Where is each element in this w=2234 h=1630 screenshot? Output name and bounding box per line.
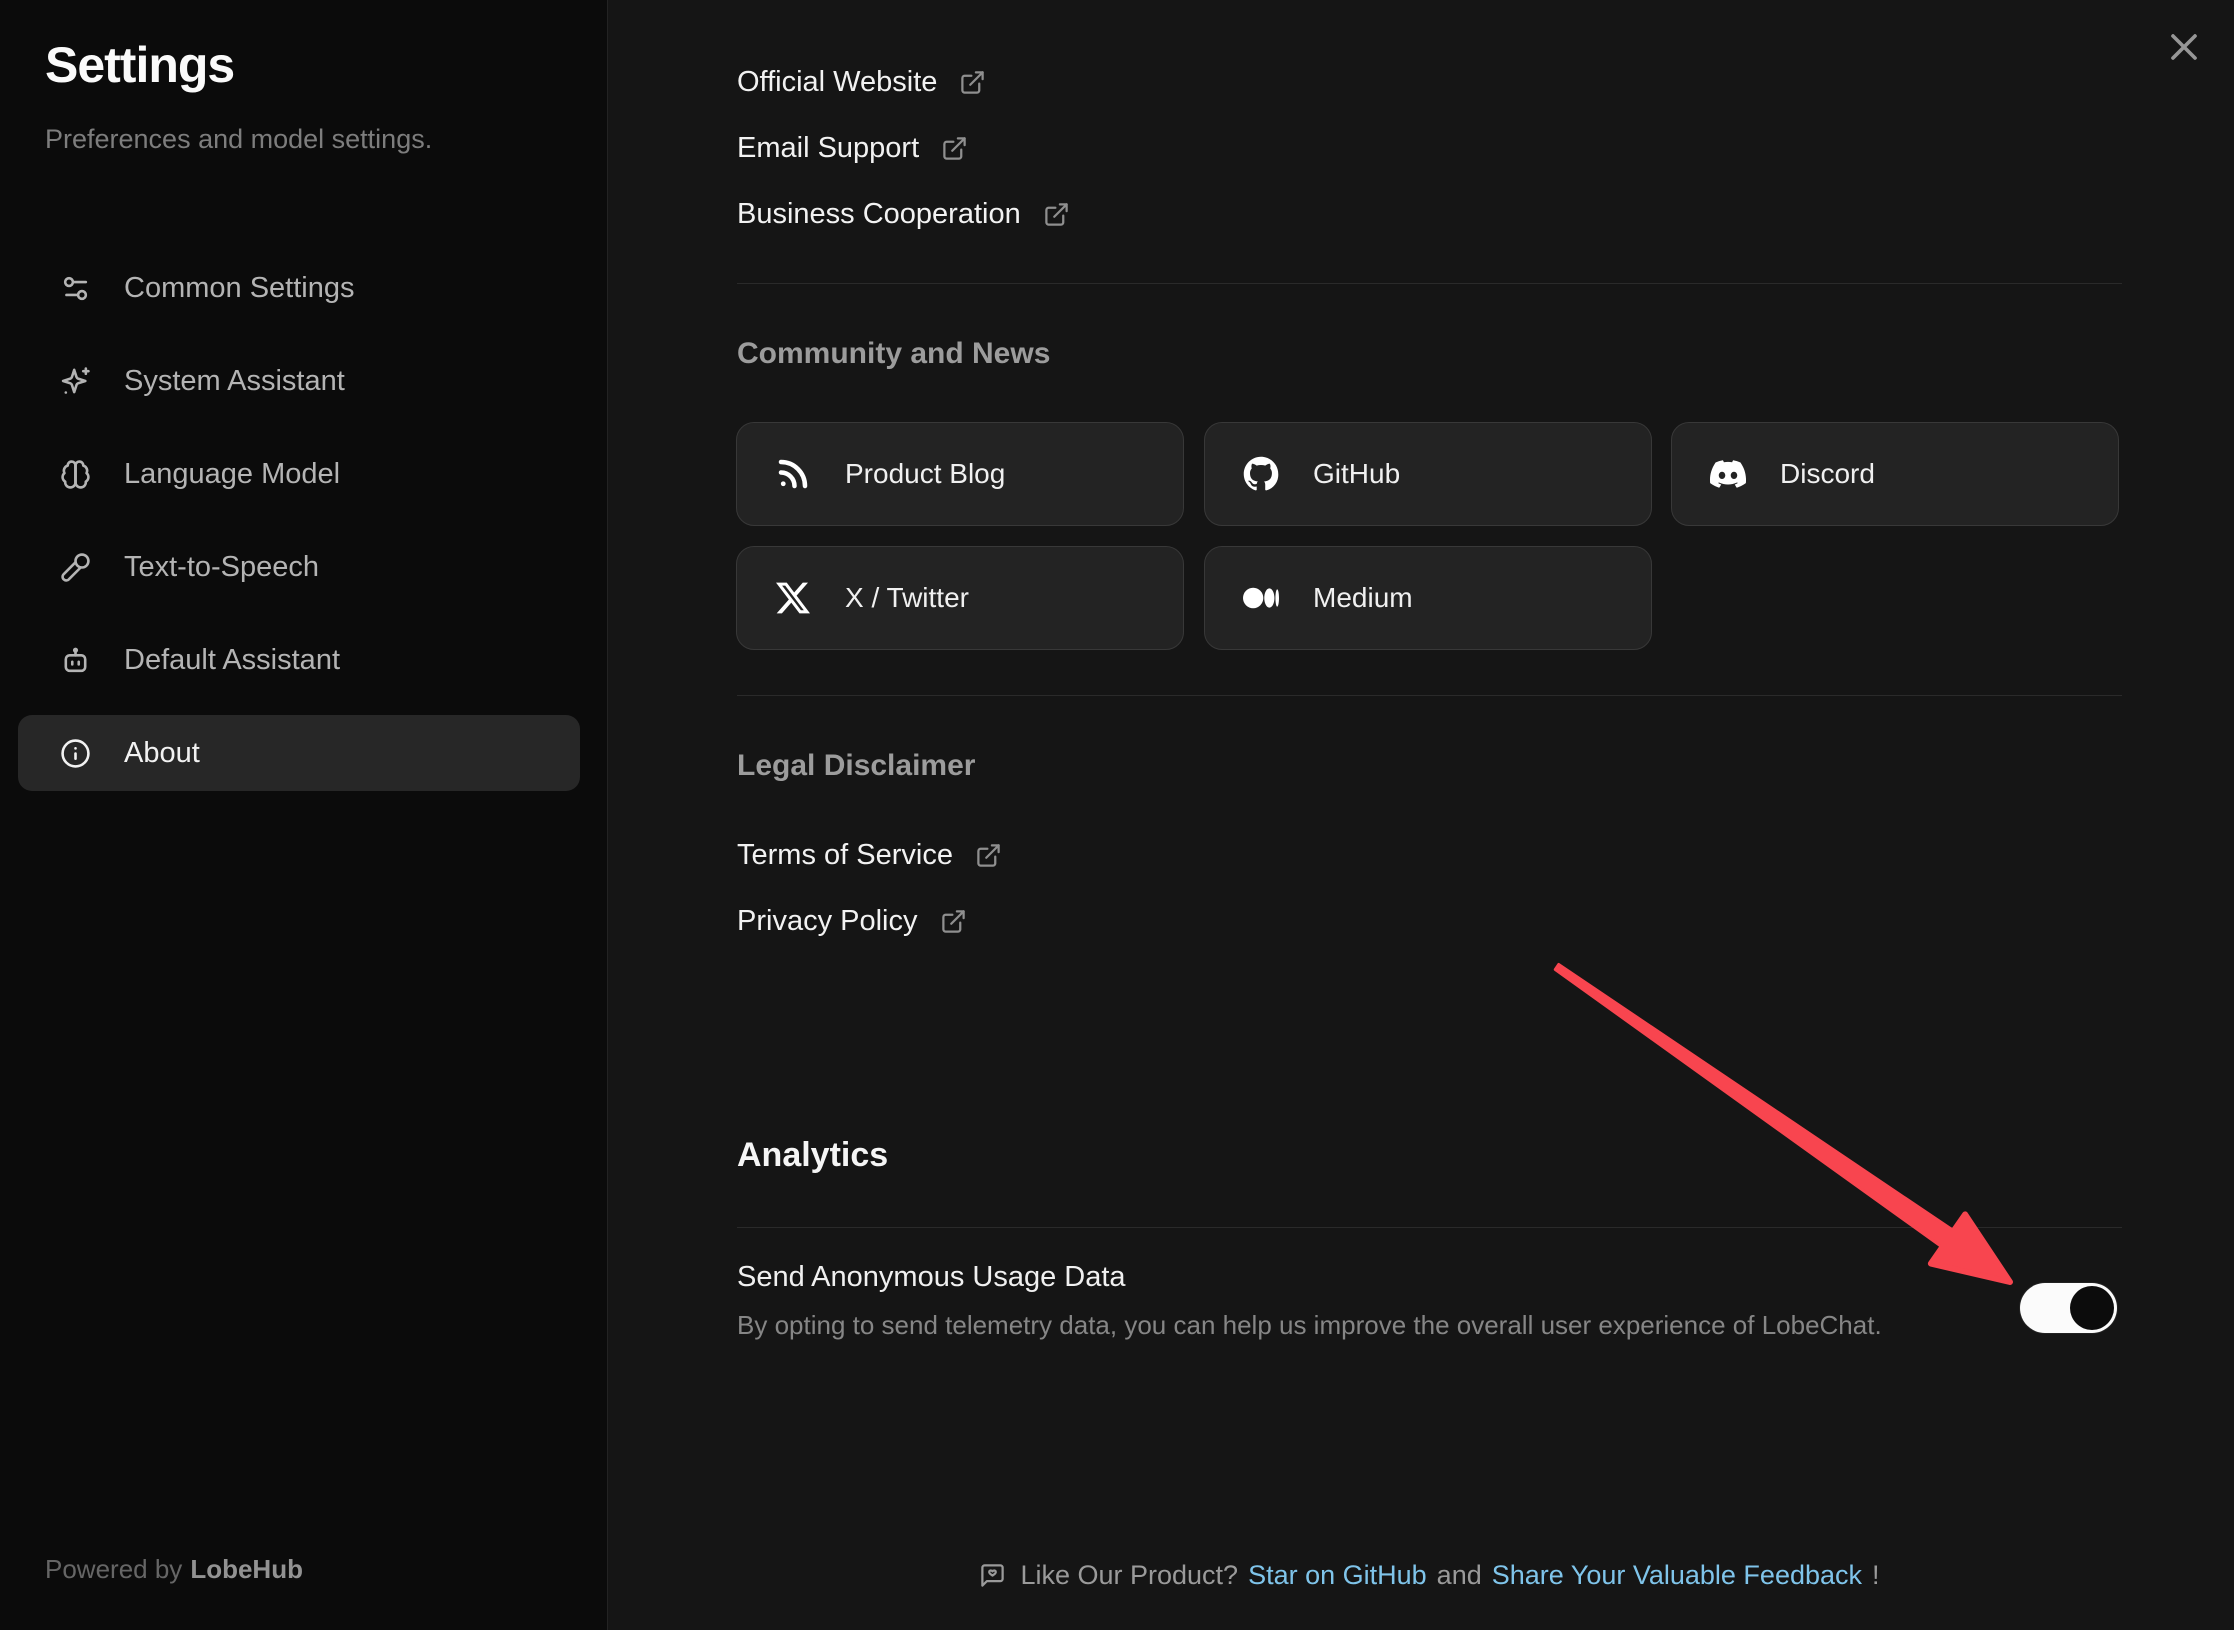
sidebar-item-language-model[interactable]: Language Model: [18, 436, 580, 512]
info-icon: [60, 738, 91, 769]
usage-data-description: By opting to send telemetry data, you ca…: [737, 1310, 2122, 1341]
external-link-icon: [959, 69, 986, 96]
button-label: Product Blog: [845, 458, 1005, 490]
send-anonymous-usage-data-label: Send Anonymous Usage Data: [737, 1261, 2122, 1294]
link-label: Business Cooperation: [737, 198, 1021, 231]
link-label: Email Support: [737, 132, 919, 165]
sidebar-item-label: System Assistant: [124, 365, 345, 398]
sidebar-item-label: Language Model: [124, 458, 340, 491]
external-link-icon: [1043, 201, 1070, 228]
medium-icon: [1243, 580, 1279, 616]
link-label: Terms of Service: [737, 839, 953, 872]
feedback-footer: Like Our Product? Star on GitHub and Sha…: [737, 1560, 2122, 1591]
close-icon[interactable]: [2161, 24, 2207, 70]
footer-text: and: [1437, 1560, 1482, 1591]
sliders-icon: [60, 273, 91, 304]
sidebar-item-label: About: [124, 737, 200, 770]
bot-icon: [60, 645, 91, 676]
divider: [737, 1227, 2122, 1228]
settings-sidebar: Settings Preferences and model settings.…: [0, 0, 608, 1630]
x-twitter-button[interactable]: X / Twitter: [736, 546, 1184, 650]
sidebar-item-system-assistant[interactable]: System Assistant: [18, 343, 580, 419]
rss-icon: [775, 456, 811, 492]
share-feedback-link[interactable]: Share Your Valuable Feedback: [1492, 1560, 1862, 1591]
sidebar-item-label: Common Settings: [124, 272, 355, 305]
legal-disclaimer-title: Legal Disclaimer: [737, 749, 2122, 783]
lobehub-brand: LobeHub: [190, 1554, 303, 1584]
official-website-link[interactable]: Official Website: [737, 62, 2122, 102]
about-panel: Contact Us Official Website Email Suppor…: [608, 0, 2234, 1630]
x-icon: [775, 580, 811, 616]
sidebar-item-label: Default Assistant: [124, 644, 340, 677]
page-title: Settings: [45, 36, 234, 94]
external-link-icon: [975, 842, 1002, 869]
link-label: Official Website: [737, 66, 937, 99]
usage-data-toggle[interactable]: [2020, 1283, 2117, 1333]
sidebar-item-label: Text-to-Speech: [124, 551, 319, 584]
email-support-link[interactable]: Email Support: [737, 128, 2122, 168]
toggle-knob: [2070, 1286, 2114, 1330]
discord-icon: [1710, 456, 1746, 492]
button-label: GitHub: [1313, 458, 1400, 490]
contact-us-title: Contact Us: [737, 0, 2122, 6]
powered-by: Powered by LobeHub: [45, 1554, 303, 1585]
privacy-policy-link[interactable]: Privacy Policy: [737, 901, 2122, 941]
divider: [737, 695, 2122, 696]
message-heart-icon: [979, 1562, 1006, 1589]
external-link-icon: [940, 908, 967, 935]
button-label: X / Twitter: [845, 582, 969, 614]
button-label: Medium: [1313, 582, 1413, 614]
sidebar-item-default-assistant[interactable]: Default Assistant: [18, 622, 580, 698]
sidebar-item-text-to-speech[interactable]: Text-to-Speech: [18, 529, 580, 605]
button-label: Discord: [1780, 458, 1875, 490]
brain-icon: [60, 459, 91, 490]
analytics-title: Analytics: [737, 1136, 2122, 1175]
footer-text: Like Our Product?: [1020, 1560, 1238, 1591]
sidebar-item-about[interactable]: About: [18, 715, 580, 791]
github-icon: [1243, 456, 1279, 492]
github-button[interactable]: GitHub: [1204, 422, 1652, 526]
powered-by-text: Powered by: [45, 1554, 182, 1584]
settings-modal: Settings Preferences and model settings.…: [0, 0, 2234, 1630]
sidebar-item-common-settings[interactable]: Common Settings: [18, 250, 580, 326]
star-on-github-link[interactable]: Star on GitHub: [1248, 1560, 1427, 1591]
sidebar-nav: Common Settings System Assistant Languag…: [18, 250, 580, 791]
footer-text: !: [1872, 1560, 1880, 1591]
medium-button[interactable]: Medium: [1204, 546, 1652, 650]
business-cooperation-link[interactable]: Business Cooperation: [737, 194, 2122, 234]
mic-icon: [60, 552, 91, 583]
community-title: Community and News: [737, 337, 2122, 371]
external-link-icon: [941, 135, 968, 162]
link-label: Privacy Policy: [737, 905, 918, 938]
page-subtitle: Preferences and model settings.: [45, 124, 432, 155]
product-blog-button[interactable]: Product Blog: [736, 422, 1184, 526]
divider: [737, 283, 2122, 284]
terms-of-service-link[interactable]: Terms of Service: [737, 835, 2122, 875]
discord-button[interactable]: Discord: [1671, 422, 2119, 526]
sparkles-icon: [60, 366, 91, 397]
